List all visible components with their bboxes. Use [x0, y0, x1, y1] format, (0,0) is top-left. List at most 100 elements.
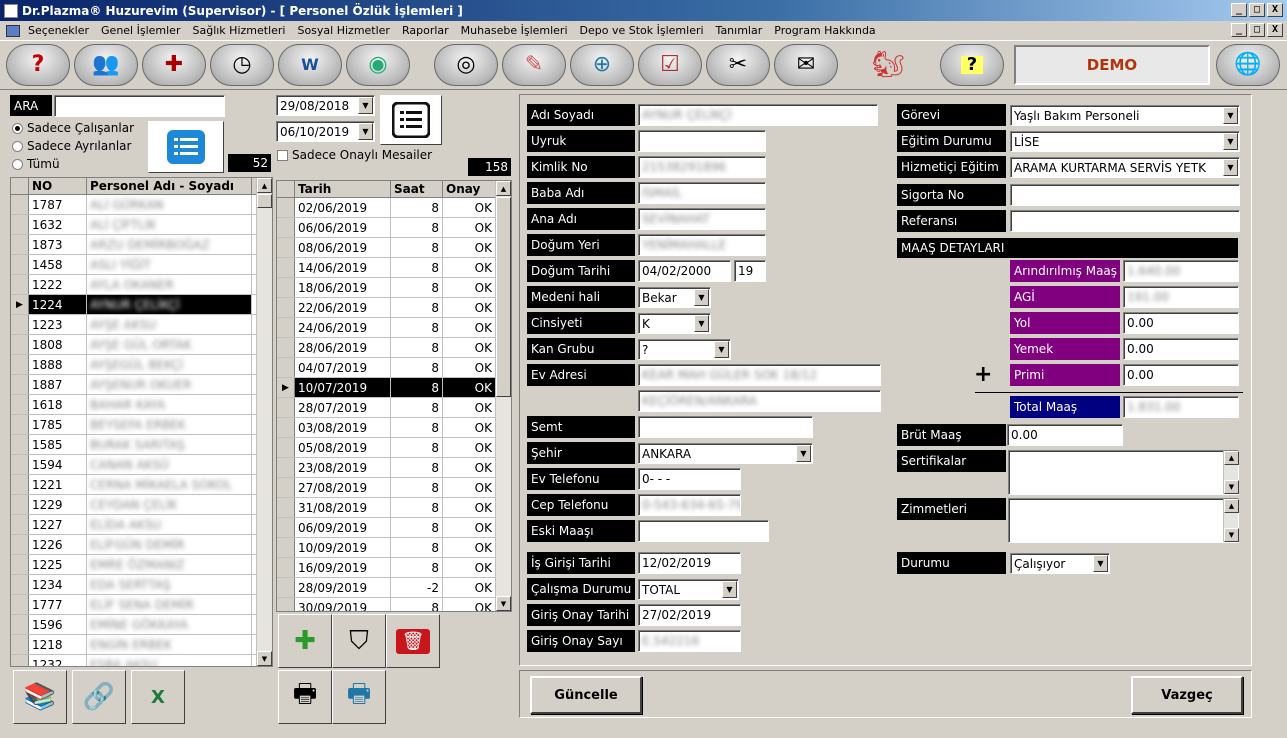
table-row[interactable]: 28/07/2019 8 OK	[277, 398, 511, 418]
filter-all[interactable]: Tümü	[12, 157, 60, 171]
zimmet-scrollbar[interactable]: ▲ ▼	[1223, 499, 1239, 542]
menu-sosyal-hizmetler[interactable]: Sosyal Hizmetler	[297, 24, 390, 37]
scroll-up-icon[interactable]: ▲	[1224, 499, 1239, 513]
link-button[interactable]: 🔗	[72, 670, 126, 724]
field-sigorta[interactable]	[1010, 184, 1240, 206]
chevron-down-icon[interactable]: ▼	[1223, 133, 1238, 150]
table-row[interactable]: 1808 AYŞE GÜL ORTAK	[11, 335, 272, 355]
clock-icon[interactable]: ◷	[210, 44, 274, 86]
table-row[interactable]: 1585 BURAK SARITAŞ	[11, 435, 272, 455]
scroll-down-icon[interactable]: ▼	[257, 651, 272, 666]
field-semt[interactable]	[638, 416, 813, 438]
shift-scrollbar[interactable]: ▲ ▼	[495, 181, 511, 611]
table-row[interactable]: 1594 CANAN AKSÜ	[11, 455, 272, 475]
select-sehir[interactable]: ANKARA ▼	[638, 443, 813, 464]
table-row[interactable]: 1787 ALİ GÜRKAN	[11, 195, 272, 215]
table-row[interactable]: ▶ 10/07/2019 8 OK	[277, 378, 511, 398]
table-row[interactable]: 1229 CEYDAN ÇELİK	[11, 495, 272, 515]
field-brut[interactable]: 0.00	[1007, 424, 1123, 446]
field-referans[interactable]	[1010, 210, 1240, 232]
mdi-close-button[interactable]: X	[1267, 23, 1283, 37]
cancel-button[interactable]: Vazgeç	[1131, 676, 1243, 714]
table-row[interactable]: 31/08/2019 8 OK	[277, 498, 511, 518]
field-uyruk[interactable]	[638, 130, 766, 152]
mail-icon[interactable]: ✉	[774, 44, 838, 86]
menu-tanimlar[interactable]: Tanımlar	[716, 24, 763, 37]
select-calisma[interactable]: TOTAL ▼	[638, 579, 739, 600]
globe-icon[interactable]: 🌐	[1216, 44, 1280, 86]
field-primi[interactable]: 0.00	[1123, 364, 1239, 386]
field-onay-sayi[interactable]: E.542216	[638, 630, 741, 652]
list-view-button[interactable]	[148, 121, 224, 173]
table-row[interactable]: 02/06/2019 8 OK	[277, 198, 511, 218]
chevron-down-icon[interactable]: ▼	[796, 445, 811, 462]
bandage-icon[interactable]: ✎	[502, 44, 566, 86]
col-approval[interactable]: Onay	[443, 181, 496, 197]
chevron-down-icon[interactable]: ▼	[1223, 107, 1238, 124]
table-row[interactable]: 22/06/2019 8 OK	[277, 298, 511, 318]
chevron-down-icon[interactable]: ▼	[1223, 159, 1238, 176]
table-row[interactable]: 1221 CERNA MİKAELA SOKOL	[11, 475, 272, 495]
col-hours[interactable]: Saat	[391, 181, 443, 197]
table-row[interactable]: 1232 ESRA AKSU	[11, 655, 272, 666]
table-row[interactable]: 1223 AYŞE AKSU	[11, 315, 272, 335]
add-document-button[interactable]: ✚	[278, 614, 332, 668]
map-icon[interactable]: ⊕	[570, 44, 634, 86]
table-row[interactable]: 16/09/2019 8 OK	[277, 558, 511, 578]
menu-program-hakkinda[interactable]: Program Hakkında	[774, 24, 875, 37]
table-row[interactable]: 23/08/2019 8 OK	[277, 458, 511, 478]
tools-icon[interactable]: ✂	[706, 44, 770, 86]
scroll-down-icon[interactable]: ▼	[1224, 528, 1239, 542]
stamp-button[interactable]: ⛉	[332, 614, 386, 668]
menu-genel-islemler[interactable]: Genel İşlemler	[101, 24, 180, 37]
filter-only-active[interactable]: Sadece Çalışanlar	[12, 121, 134, 135]
maximize-button[interactable]: □	[1249, 3, 1265, 17]
table-row[interactable]: 1226 ELİFGÜN DEMİR	[11, 535, 272, 555]
chevron-down-icon[interactable]: ▼	[714, 341, 729, 358]
field-is-giris[interactable]: 12/02/2019	[638, 552, 741, 574]
select-hizmetici[interactable]: ARAMA KURTARMA SERVİS YETK ▼	[1010, 157, 1240, 178]
col-date[interactable]: Tarih	[295, 181, 391, 197]
nurse-tools-icon[interactable]: ✚	[142, 44, 206, 86]
table-row[interactable]: 27/08/2019 8 OK	[277, 478, 511, 498]
table-row[interactable]: 1222 AYLA OKANER	[11, 275, 272, 295]
mdi-minimize-button[interactable]: _	[1231, 23, 1247, 37]
field-yemek[interactable]: 0.00	[1123, 338, 1239, 360]
word-doc-icon[interactable]: W	[278, 44, 342, 86]
scroll-up-icon[interactable]: ▲	[496, 181, 511, 196]
minimize-button[interactable]: _	[1231, 3, 1247, 17]
date-to-picker[interactable]: 06/10/2019 ▼	[276, 121, 375, 142]
table-row[interactable]: 14/06/2019 8 OK	[277, 258, 511, 278]
field-eski-maas[interactable]	[638, 520, 769, 542]
table-row[interactable]: 05/08/2019 8 OK	[277, 438, 511, 458]
table-row[interactable]: 08/06/2019 8 OK	[277, 238, 511, 258]
field-ev-tel[interactable]: 0- - -	[638, 468, 741, 490]
select-kan[interactable]: ? ▼	[638, 339, 731, 360]
table-row[interactable]: 1234 EDA SERTTAŞ	[11, 575, 272, 595]
scroll-up-icon[interactable]: ▲	[1224, 451, 1239, 465]
select-egitim[interactable]: LİSE ▼	[1010, 131, 1240, 152]
table-row[interactable]: 04/07/2019 8 OK	[277, 358, 511, 378]
personnel-scrollbar[interactable]: ▲ ▼	[256, 178, 272, 666]
chevron-down-icon[interactable]: ▼	[694, 289, 709, 306]
close-button[interactable]: X	[1267, 3, 1283, 17]
field-adi-soyadi[interactable]: AYNUR ÇELİKÇİ	[638, 104, 878, 126]
scroll-down-icon[interactable]: ▼	[496, 596, 511, 611]
chevron-down-icon[interactable]: ▼	[358, 123, 373, 140]
print-button[interactable]: 🖶	[278, 670, 332, 724]
memo-zimmet[interactable]: ▲ ▼	[1008, 498, 1239, 543]
update-button[interactable]: Güncelle	[530, 676, 642, 714]
chevron-down-icon[interactable]: ▼	[1093, 555, 1108, 572]
select-gorevi[interactable]: Yaşlı Bakım Personeli ▼	[1010, 105, 1240, 126]
scroll-thumb[interactable]	[257, 194, 272, 208]
doctors-icon[interactable]: 👥	[74, 44, 138, 86]
chevron-down-icon[interactable]: ▼	[722, 581, 737, 598]
chevron-down-icon[interactable]: ▼	[694, 315, 709, 332]
table-row[interactable]: 24/06/2019 8 OK	[277, 318, 511, 338]
menu-muhasebe[interactable]: Muhasebe İşlemleri	[461, 24, 568, 37]
field-ana[interactable]: SEVİNAHAT	[638, 208, 766, 230]
table-row[interactable]: 1618 BAHAR KAYA	[11, 395, 272, 415]
table-row[interactable]: 1218 ENGİN ERBEK	[11, 635, 272, 655]
menu-saglik-hizmetleri[interactable]: Sağlık Hizmetleri	[192, 24, 285, 37]
table-row[interactable]: 06/09/2019 8 OK	[277, 518, 511, 538]
